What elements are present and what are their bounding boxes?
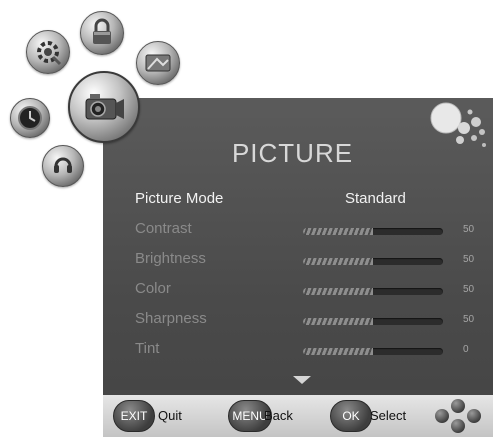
- level-number: 50: [463, 284, 475, 295]
- exit-quit-hint[interactable]: EXIT Quit: [113, 400, 193, 434]
- picture-camera-icon[interactable]: [68, 71, 140, 143]
- menu-row-picture-mode[interactable]: Picture Mode Standard: [135, 190, 485, 216]
- level-bar-fill: [303, 318, 373, 325]
- back-label: Back: [264, 408, 293, 423]
- menu-row-label: Brightness: [135, 250, 206, 267]
- menu-title: PICTURE: [231, 138, 354, 168]
- menu-row-tint[interactable]: Tint 0: [135, 340, 485, 366]
- menu-row-label: Sharpness: [135, 310, 207, 327]
- bubbles-badge-icon: [430, 102, 486, 147]
- level-bar-fill: [303, 288, 373, 295]
- arrow-down-icon[interactable]: [293, 376, 311, 384]
- level-number: 50: [463, 254, 475, 265]
- level-bar[interactable]: [303, 348, 443, 355]
- lock-icon[interactable]: [80, 11, 124, 55]
- menu-row-label: Tint: [135, 340, 160, 357]
- tv-channel-icon[interactable]: [136, 41, 180, 85]
- level-bar[interactable]: [303, 258, 443, 265]
- ok-key-button[interactable]: OK: [330, 400, 372, 432]
- menu-row-brightness[interactable]: Brightness 50: [135, 250, 485, 276]
- menu-back-hint[interactable]: MENU Back: [228, 400, 318, 434]
- level-bar-fill: [303, 348, 373, 355]
- setup-icon[interactable]: [26, 30, 70, 74]
- sound-icon[interactable]: [42, 145, 84, 187]
- menu-row-label: Color: [135, 280, 171, 297]
- menu-row-color[interactable]: Color 50: [135, 280, 485, 306]
- quit-label: Quit: [158, 408, 182, 423]
- menu-row-sharpness[interactable]: Sharpness 50: [135, 310, 485, 336]
- picture-mode-value: Standard: [345, 190, 406, 207]
- level-number: 50: [463, 224, 475, 235]
- clock-icon[interactable]: [10, 98, 50, 138]
- select-label: Select: [370, 408, 407, 423]
- level-bar[interactable]: [303, 318, 443, 325]
- level-bar-fill: [303, 258, 373, 265]
- dpad-icon: [435, 399, 481, 433]
- tv-osd-screen: PICTURE Picture Mode Standard Contrast 5…: [0, 0, 493, 437]
- menu-row-contrast[interactable]: Contrast 50: [135, 220, 485, 246]
- level-bar-fill: [303, 228, 373, 235]
- ok-select-hint[interactable]: OK Select: [330, 400, 430, 434]
- level-number: 0: [463, 344, 469, 355]
- menu-row-label: Contrast: [135, 220, 192, 237]
- level-number: 50: [463, 314, 475, 325]
- level-bar[interactable]: [303, 288, 443, 295]
- menu-row-label: Picture Mode: [135, 190, 224, 207]
- level-bar[interactable]: [303, 228, 443, 235]
- exit-key-button[interactable]: EXIT: [113, 400, 155, 432]
